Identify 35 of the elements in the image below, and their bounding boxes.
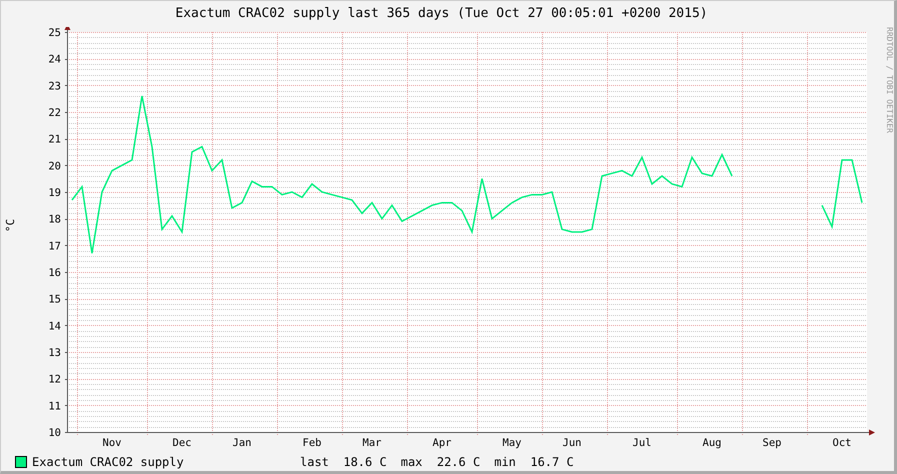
axis-label: °C <box>4 218 17 232</box>
axis-tick-label: Apr <box>432 437 452 449</box>
axis-tick-label: 20 <box>48 160 61 172</box>
axis-tick-label: 21 <box>48 134 61 146</box>
credit-text: RRDTOOL / TOBI OETIKER <box>884 27 894 135</box>
axis-tick-label: Dec <box>172 437 192 449</box>
axis-tick-label: 23 <box>48 80 61 92</box>
axis-tick-label: 10 <box>48 427 61 439</box>
axis-tick-label: 14 <box>48 320 61 332</box>
legend-stat: last 18.6 C <box>300 454 387 468</box>
axis-tick-label: 12 <box>48 374 61 386</box>
axis-tick-label: Jan <box>232 437 252 449</box>
axis-tick-label: 16 <box>48 267 61 279</box>
axis-tick-label: 19 <box>48 187 61 199</box>
axis-tick-label: Jul <box>632 437 652 449</box>
axis-tick-label: 15 <box>48 294 61 306</box>
axis-tick-label: 24 <box>48 54 61 66</box>
axis-tick-label: 18 <box>48 214 61 226</box>
axis-tick-label: 11 <box>48 400 61 412</box>
axis-tick-label: Mar <box>362 437 382 449</box>
axis-tick-label: Jun <box>562 437 582 449</box>
axis-tick-label: 25 <box>48 27 61 39</box>
legend-stat: max 22.6 C <box>400 454 480 468</box>
legend-stat: min 16.7 C <box>494 454 574 468</box>
axis-tick-label: Oct <box>832 437 852 449</box>
axis-tick-label: 17 <box>48 240 61 252</box>
axis-tick-label: 22 <box>48 107 61 119</box>
chart-title: Exactum CRAC02 supply last 365 days (Tue Oct 27 00:05:01 +0200 2015) <box>174 5 709 23</box>
axis-tick-label: Aug <box>702 437 722 449</box>
legend-label: Exactum CRAC02 supply <box>32 454 185 468</box>
axis-tick-label: Nov <box>102 437 122 449</box>
axis-tick-label: 13 <box>48 347 61 359</box>
axis-tick-label: Feb <box>302 437 322 449</box>
axis-tick-label: Sep <box>762 437 782 449</box>
axis-tick-label: May <box>502 437 522 449</box>
